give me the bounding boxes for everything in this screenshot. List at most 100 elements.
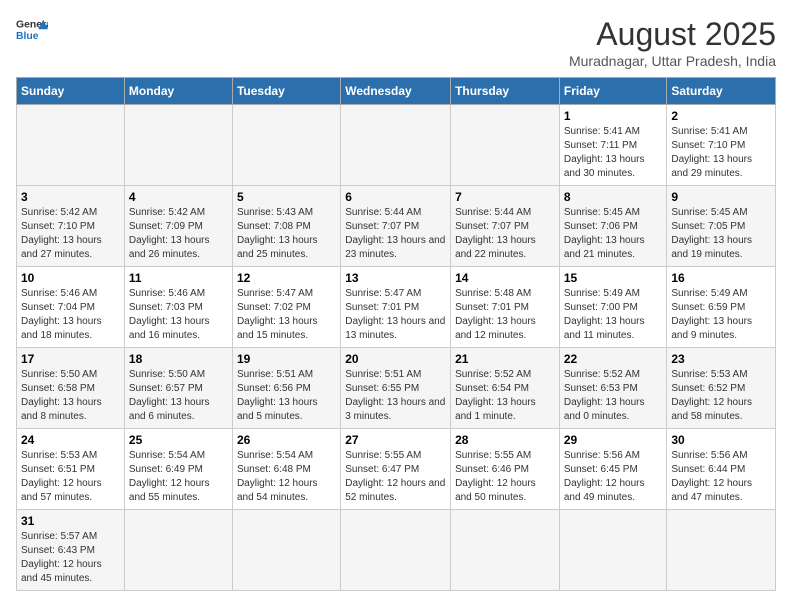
day-info: Sunrise: 5:41 AM Sunset: 7:10 PM Dayligh…: [671, 125, 771, 181]
day-number: 6: [345, 190, 446, 204]
table-row: 20Sunrise: 5:51 AM Sunset: 6:55 PM Dayli…: [341, 348, 451, 429]
table-row: 4Sunrise: 5:42 AM Sunset: 7:09 PM Daylig…: [124, 186, 232, 267]
day-info: Sunrise: 5:50 AM Sunset: 6:57 PM Dayligh…: [129, 368, 228, 424]
day-info: Sunrise: 5:56 AM Sunset: 6:45 PM Dayligh…: [564, 449, 663, 505]
day-info: Sunrise: 5:41 AM Sunset: 7:11 PM Dayligh…: [564, 125, 663, 181]
day-number: 14: [455, 271, 555, 285]
day-number: 2: [671, 109, 771, 123]
calendar-title: August 2025: [569, 16, 776, 53]
col-thursday: Thursday: [451, 78, 560, 105]
table-row: 25Sunrise: 5:54 AM Sunset: 6:49 PM Dayli…: [124, 429, 232, 510]
table-row: 30 Sunrise: 5:56 AM Sunset: 6:44 PM Dayli…: [667, 429, 776, 510]
col-wednesday: Wednesday: [341, 78, 451, 105]
day-info: Sunrise: 5:54 AM Sunset: 6:48 PM Dayligh…: [237, 449, 336, 505]
day-info: Sunrise: 5:47 AM Sunset: 7:01 PM Dayligh…: [345, 287, 446, 343]
calendar-week-row: 24Sunrise: 5:53 AM Sunset: 6:51 PM Dayli…: [17, 429, 776, 510]
table-row: 6 Sunrise: 5:44 AM Sunset: 7:07 PM Daylig…: [341, 186, 451, 267]
logo: General Blue: [16, 16, 48, 44]
table-row: 13 Sunrise: 5:47 AM Sunset: 7:01 PM Dayli…: [341, 267, 451, 348]
table-row: [559, 510, 667, 591]
table-row: 22Sunrise: 5:52 AM Sunset: 6:53 PM Dayli…: [559, 348, 667, 429]
day-number: 5: [237, 190, 336, 204]
day-number: 24: [21, 433, 120, 447]
col-saturday: Saturday: [667, 78, 776, 105]
day-info: Sunrise: 5:48 AM Sunset: 7:01 PM Dayligh…: [455, 287, 555, 343]
day-info: Sunrise: 5:55 AM Sunset: 6:47 PM Dayligh…: [345, 449, 446, 505]
day-info: Sunrise: 5:47 AM Sunset: 7:02 PM Dayligh…: [237, 287, 336, 343]
day-info: Sunrise: 5:51 AM Sunset: 6:56 PM Dayligh…: [237, 368, 336, 424]
day-info: Sunrise: 5:57 AM Sunset: 6:43 PM Dayligh…: [21, 530, 120, 586]
calendar-week-row: 3 Sunrise: 5:42 AM Sunset: 7:10 PM Daylig…: [17, 186, 776, 267]
table-row: [451, 105, 560, 186]
day-number: 13: [345, 271, 446, 285]
day-number: 9: [671, 190, 771, 204]
day-number: 3: [21, 190, 120, 204]
table-row: 11 Sunrise: 5:46 AM Sunset: 7:03 PM Dayli…: [124, 267, 232, 348]
table-row: 12 Sunrise: 5:47 AM Sunset: 7:02 PM Dayli…: [232, 267, 340, 348]
day-info: Sunrise: 5:56 AM Sunset: 6:44 PM Dayligh…: [671, 449, 771, 505]
table-row: 9 Sunrise: 5:45 AM Sunset: 7:05 PM Daylig…: [667, 186, 776, 267]
calendar-week-row: 17Sunrise: 5:50 AM Sunset: 6:58 PM Dayli…: [17, 348, 776, 429]
day-info: Sunrise: 5:46 AM Sunset: 7:03 PM Dayligh…: [129, 287, 228, 343]
day-info: Sunrise: 5:43 AM Sunset: 7:08 PM Dayligh…: [237, 206, 336, 262]
day-number: 23: [671, 352, 771, 366]
day-info: Sunrise: 5:44 AM Sunset: 7:07 PM Dayligh…: [455, 206, 555, 262]
day-number: 19: [237, 352, 336, 366]
day-info: Sunrise: 5:42 AM Sunset: 7:09 PM Dayligh…: [129, 206, 228, 262]
day-number: 1: [564, 109, 663, 123]
calendar-week-row: 1 Sunrise: 5:41 AM Sunset: 7:11 PM Daylig…: [17, 105, 776, 186]
day-info: Sunrise: 5:46 AM Sunset: 7:04 PM Dayligh…: [21, 287, 120, 343]
table-row: 27Sunrise: 5:55 AM Sunset: 6:47 PM Dayli…: [341, 429, 451, 510]
day-number: 10: [21, 271, 120, 285]
day-number: 28: [455, 433, 555, 447]
day-info: Sunrise: 5:42 AM Sunset: 7:10 PM Dayligh…: [21, 206, 120, 262]
header: General Blue August 2025 Muradnagar, Utt…: [16, 16, 776, 69]
day-info: Sunrise: 5:54 AM Sunset: 6:49 PM Dayligh…: [129, 449, 228, 505]
table-row: 1 Sunrise: 5:41 AM Sunset: 7:11 PM Daylig…: [559, 105, 667, 186]
day-number: 7: [455, 190, 555, 204]
calendar-week-row: 10 Sunrise: 5:46 AM Sunset: 7:04 PM Dayli…: [17, 267, 776, 348]
day-number: 12: [237, 271, 336, 285]
table-row: 10 Sunrise: 5:46 AM Sunset: 7:04 PM Dayli…: [17, 267, 125, 348]
day-info: Sunrise: 5:49 AM Sunset: 6:59 PM Dayligh…: [671, 287, 771, 343]
table-row: 19 Sunrise: 5:51 AM Sunset: 6:56 PM Dayli…: [232, 348, 340, 429]
table-row: 7 Sunrise: 5:44 AM Sunset: 7:07 PM Daylig…: [451, 186, 560, 267]
table-row: [17, 105, 125, 186]
day-info: Sunrise: 5:44 AM Sunset: 7:07 PM Dayligh…: [345, 206, 446, 262]
day-info: Sunrise: 5:52 AM Sunset: 6:53 PM Dayligh…: [564, 368, 663, 424]
col-monday: Monday: [124, 78, 232, 105]
day-number: 29: [564, 433, 663, 447]
table-row: 18 Sunrise: 5:50 AM Sunset: 6:57 PM Dayli…: [124, 348, 232, 429]
day-number: 8: [564, 190, 663, 204]
table-row: 23Sunrise: 5:53 AM Sunset: 6:52 PM Dayli…: [667, 348, 776, 429]
day-number: 30: [671, 433, 771, 447]
day-number: 11: [129, 271, 228, 285]
day-info: Sunrise: 5:45 AM Sunset: 7:05 PM Dayligh…: [671, 206, 771, 262]
calendar-table: Sunday Monday Tuesday Wednesday Thursday…: [16, 77, 776, 591]
calendar-header-row: Sunday Monday Tuesday Wednesday Thursday…: [17, 78, 776, 105]
table-row: [341, 510, 451, 591]
day-info: Sunrise: 5:45 AM Sunset: 7:06 PM Dayligh…: [564, 206, 663, 262]
table-row: 28Sunrise: 5:55 AM Sunset: 6:46 PM Dayli…: [451, 429, 560, 510]
table-row: 16Sunrise: 5:49 AM Sunset: 6:59 PM Dayli…: [667, 267, 776, 348]
day-info: Sunrise: 5:49 AM Sunset: 7:00 PM Dayligh…: [564, 287, 663, 343]
logo-icon: General Blue: [16, 16, 48, 44]
table-row: 14 Sunrise: 5:48 AM Sunset: 7:01 PM Dayli…: [451, 267, 560, 348]
table-row: [667, 510, 776, 591]
table-row: 3 Sunrise: 5:42 AM Sunset: 7:10 PM Daylig…: [17, 186, 125, 267]
day-number: 20: [345, 352, 446, 366]
day-number: 31: [21, 514, 120, 528]
col-sunday: Sunday: [17, 78, 125, 105]
table-row: 17Sunrise: 5:50 AM Sunset: 6:58 PM Dayli…: [17, 348, 125, 429]
table-row: 8 Sunrise: 5:45 AM Sunset: 7:06 PM Daylig…: [559, 186, 667, 267]
day-number: 26: [237, 433, 336, 447]
calendar-subtitle: Muradnagar, Uttar Pradesh, India: [569, 53, 776, 69]
col-tuesday: Tuesday: [232, 78, 340, 105]
day-number: 18: [129, 352, 228, 366]
table-row: [124, 105, 232, 186]
svg-text:Blue: Blue: [16, 31, 39, 42]
day-number: 15: [564, 271, 663, 285]
table-row: 2 Sunrise: 5:41 AM Sunset: 7:10 PM Daylig…: [667, 105, 776, 186]
table-row: [232, 510, 340, 591]
table-row: 24Sunrise: 5:53 AM Sunset: 6:51 PM Dayli…: [17, 429, 125, 510]
